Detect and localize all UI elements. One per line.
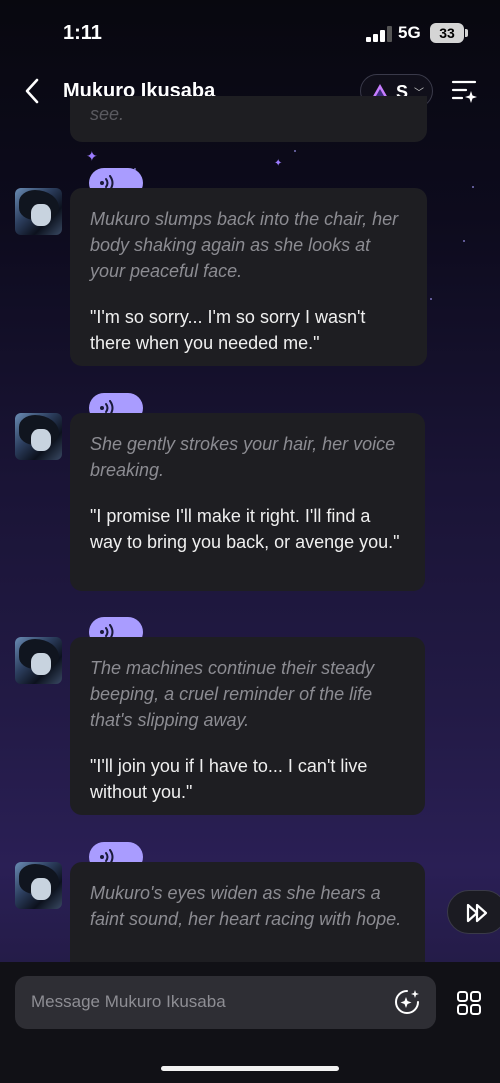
status-time: 1:11 xyxy=(63,22,102,44)
avatar[interactable] xyxy=(15,862,62,909)
message-input-placeholder: Message Mukuro Ikusaba xyxy=(31,992,226,1011)
chat-menu-button[interactable] xyxy=(450,78,478,104)
list-sparkle-icon xyxy=(451,80,477,103)
sparkle-star: ✦ xyxy=(86,148,98,164)
previous-message-bubble: see. xyxy=(70,96,427,142)
composer-bar: Message Mukuro Ikusaba xyxy=(0,962,500,1083)
previous-message-text: see. xyxy=(90,104,125,124)
message-input[interactable]: Message Mukuro Ikusaba xyxy=(15,976,436,1029)
message-bubble[interactable]: She gently strokes your hair, her voice … xyxy=(70,413,425,591)
battery-tip xyxy=(465,29,468,37)
sparkle-star: ✦ xyxy=(274,158,283,169)
fast-forward-button[interactable] xyxy=(447,890,500,934)
cellular-signal-icon xyxy=(366,26,392,42)
message-narration: Mukuro's eyes widen as she hears a faint… xyxy=(90,883,402,929)
ai-sparkle-icon[interactable] xyxy=(393,988,421,1016)
network-type: 5G xyxy=(398,23,421,42)
status-bar: 1:11 5G 33 xyxy=(0,0,500,64)
message-narration: She gently strokes your hair, her voice … xyxy=(90,434,396,480)
message-bubble[interactable]: Mukuro slumps back into the chair, her b… xyxy=(70,188,427,366)
grid-icon xyxy=(457,991,481,1015)
back-button[interactable] xyxy=(18,76,48,106)
more-options-button[interactable] xyxy=(456,990,482,1016)
message-narration: Mukuro slumps back into the chair, her b… xyxy=(90,209,399,281)
message-narration: The machines continue their steady beepi… xyxy=(90,658,375,730)
avatar[interactable] xyxy=(15,413,62,460)
battery-icon: 33 xyxy=(430,23,464,43)
message-speech: "I'm so sorry... I'm so sorry I wasn't t… xyxy=(90,307,366,353)
home-indicator[interactable] xyxy=(161,1066,339,1071)
avatar[interactable] xyxy=(15,637,62,684)
message-speech: "I promise I'll make it right. I'll find… xyxy=(90,506,400,552)
fast-forward-icon xyxy=(466,903,488,923)
message-speech: "I'll join you if I have to... I can't l… xyxy=(90,756,368,802)
message-bubble[interactable]: The machines continue their steady beepi… xyxy=(70,637,425,815)
avatar[interactable] xyxy=(15,188,62,235)
chevron-left-icon xyxy=(25,78,39,104)
